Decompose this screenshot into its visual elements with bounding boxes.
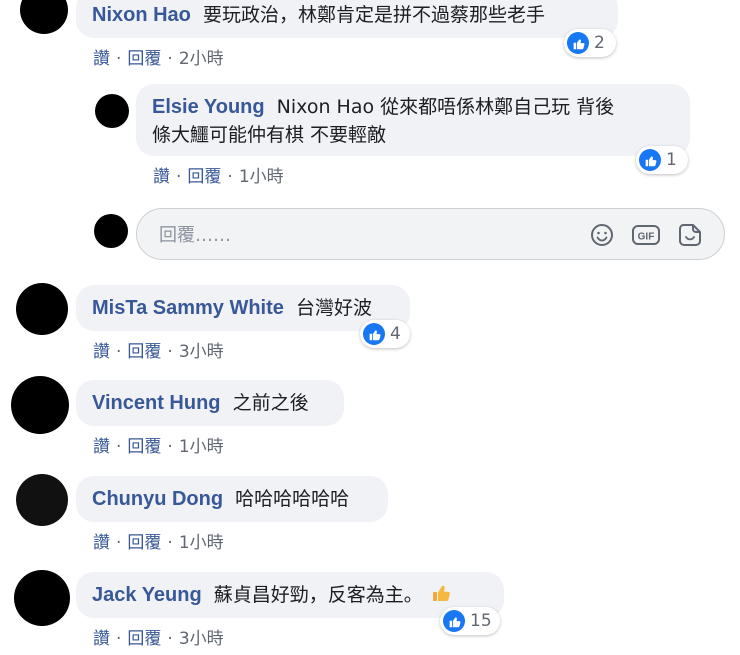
like-link[interactable]: 讚 — [93, 437, 110, 457]
like-reaction-icon — [567, 32, 589, 54]
svg-text:GIF: GIF — [638, 232, 655, 243]
reaction-count[interactable]: 2 — [564, 29, 616, 57]
comment-text: 台灣好波 — [295, 297, 372, 319]
avatar[interactable] — [95, 94, 129, 128]
comment-author[interactable]: Chunyu Dong — [92, 488, 223, 510]
like-reaction-icon — [639, 149, 661, 171]
comment-actions: 讚 · 回覆 · 1小時 — [153, 167, 284, 187]
timestamp[interactable]: 1小時 — [179, 533, 224, 553]
comment-bubble: Elsie Young Nixon Hao 從來都唔係林鄭自己玩 背後 條大鱷可… — [136, 84, 690, 156]
avatar[interactable] — [16, 474, 68, 526]
reply-link[interactable]: 回覆 — [127, 49, 161, 69]
comment-actions: 讚 · 回覆 · 2小時 — [93, 49, 224, 69]
reaction-count[interactable]: 1 — [636, 146, 688, 174]
reply-link[interactable]: 回覆 — [127, 629, 161, 649]
comment-text: 哈哈哈哈哈哈 — [235, 488, 350, 510]
like-reaction-icon — [363, 323, 385, 345]
timestamp[interactable]: 3小時 — [179, 342, 224, 362]
comment-bubble: Jack Yeung 蘇貞昌好勁，反客為主。 — [76, 572, 504, 618]
timestamp[interactable]: 3小時 — [179, 629, 224, 649]
comment-actions: 讚 · 回覆 · 1小時 — [93, 533, 224, 553]
reply-link[interactable]: 回覆 — [187, 167, 221, 187]
like-link[interactable]: 讚 — [93, 533, 110, 553]
timestamp[interactable]: 1小時 — [239, 167, 284, 187]
comment-text: 之前之後 — [232, 392, 309, 414]
comment-author[interactable]: Vincent Hung — [92, 392, 221, 414]
comment-bubble: MisTa Sammy White 台灣好波 — [76, 285, 410, 331]
comment-actions: 讚 · 回覆 · 1小時 — [93, 437, 224, 457]
comment-text-line1: Nixon Hao 從來都唔係林鄭自己玩 背後 — [276, 96, 615, 118]
comment-text: 要玩政治，林鄭肯定是拼不過蔡那些老手 — [202, 4, 545, 26]
avatar[interactable] — [14, 570, 70, 626]
sticker-icon[interactable] — [677, 222, 703, 248]
comment-bubble: Chunyu Dong 哈哈哈哈哈哈 — [76, 476, 388, 522]
reply-box[interactable]: GIF — [136, 208, 725, 260]
like-reaction-icon — [443, 610, 465, 632]
avatar — [94, 214, 128, 248]
comment-author[interactable]: Jack Yeung — [92, 584, 202, 606]
reaction-count[interactable]: 15 — [440, 607, 500, 635]
like-link[interactable]: 讚 — [93, 49, 110, 69]
comment-text-line2: 條大鱷可能仲有棋 不要輕敵 — [152, 124, 387, 146]
comment-author[interactable]: MisTa Sammy White — [92, 297, 284, 319]
avatar[interactable] — [16, 283, 68, 335]
timestamp[interactable]: 1小時 — [179, 437, 224, 457]
comment-text: 蘇貞昌好勁，反客為主。 — [213, 584, 423, 606]
smiley-icon[interactable] — [589, 222, 615, 248]
reply-link[interactable]: 回覆 — [127, 533, 161, 553]
like-link[interactable]: 讚 — [93, 342, 110, 362]
like-link[interactable]: 讚 — [93, 629, 110, 649]
comment-bubble: Vincent Hung 之前之後 — [76, 380, 344, 426]
gif-icon[interactable]: GIF — [631, 222, 661, 248]
comment-bubble: Nixon Hao 要玩政治，林鄭肯定是拼不過蔡那些老手 — [76, 0, 618, 38]
comment-actions: 讚 · 回覆 · 3小時 — [93, 342, 224, 362]
reply-link[interactable]: 回覆 — [127, 437, 161, 457]
timestamp[interactable]: 2小時 — [179, 49, 224, 69]
reply-input[interactable] — [157, 221, 561, 249]
like-link[interactable]: 讚 — [153, 167, 170, 187]
avatar[interactable] — [20, 0, 68, 34]
comment-author[interactable]: Elsie Young — [152, 96, 265, 118]
reply-link[interactable]: 回覆 — [127, 342, 161, 362]
avatar[interactable] — [11, 376, 69, 434]
comment-author[interactable]: Nixon Hao — [92, 4, 191, 26]
comment-actions: 讚 · 回覆 · 3小時 — [93, 629, 224, 649]
reaction-count[interactable]: 4 — [360, 320, 410, 348]
